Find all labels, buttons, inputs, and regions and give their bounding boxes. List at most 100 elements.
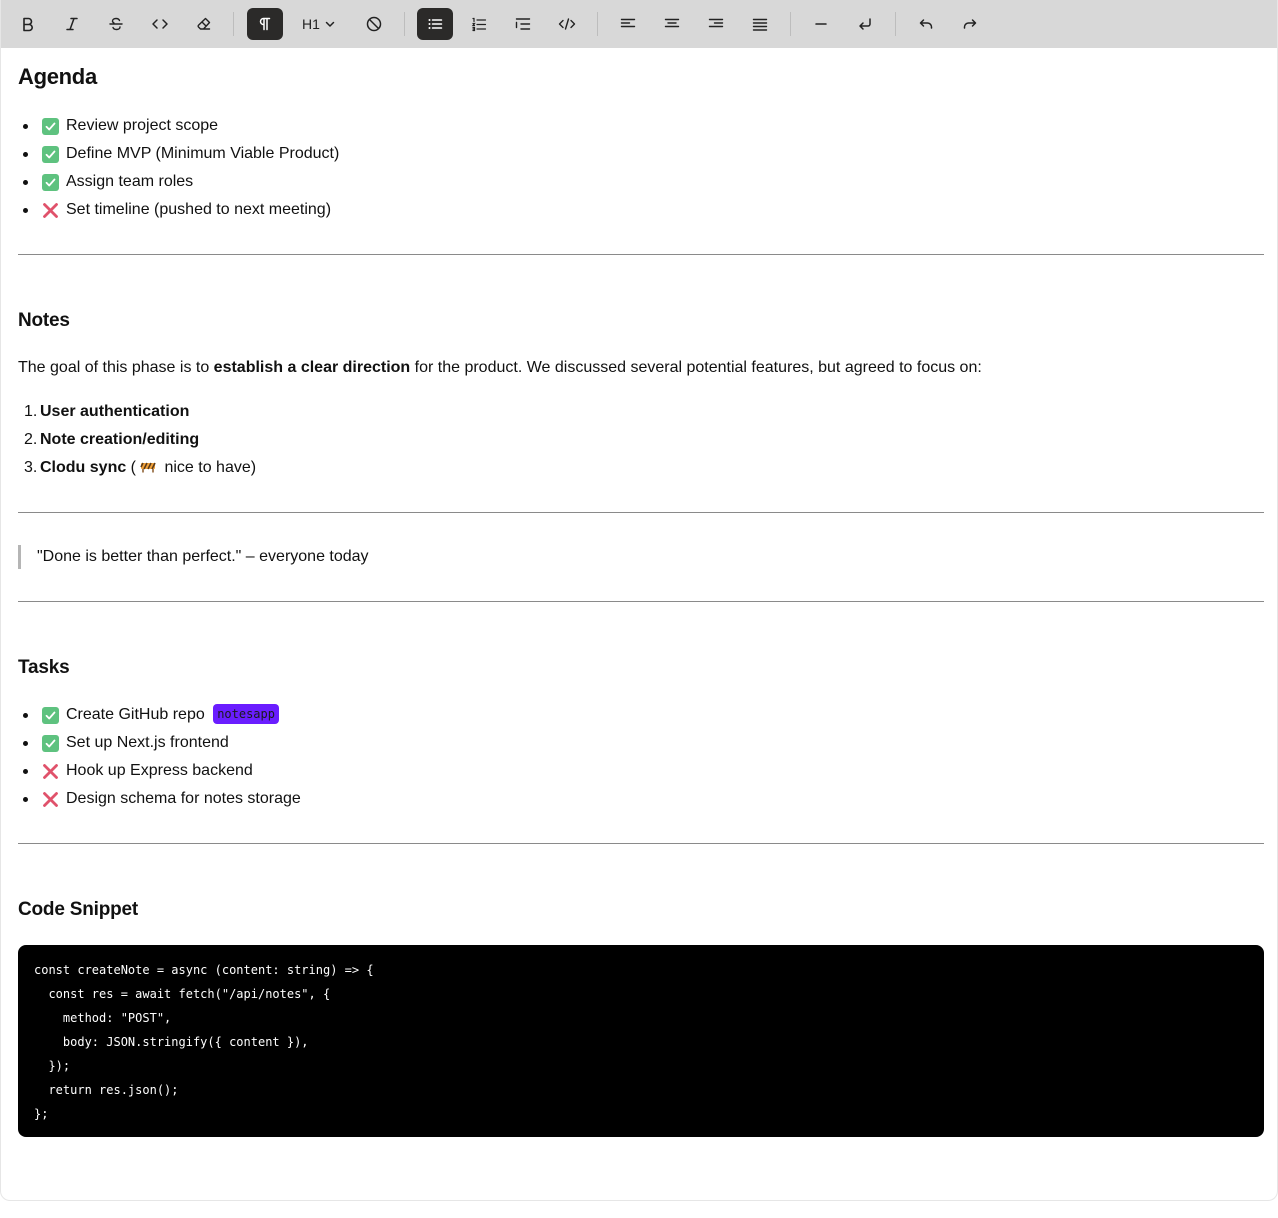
- bullet-dot: [23, 769, 28, 774]
- cross-mark-icon: [42, 202, 59, 219]
- notes-bold-text: establish a clear direction: [213, 359, 411, 376]
- cross-mark-icon: [42, 791, 59, 808]
- notes-heading: Notes: [18, 310, 70, 331]
- check-mark-icon: [42, 735, 59, 752]
- ban-icon: [366, 16, 382, 32]
- chevron-down-icon: [325, 21, 335, 27]
- task-item-text: Create GitHub repo notesapp: [66, 701, 279, 729]
- task-item-text: Design schema for notes storage: [66, 790, 301, 807]
- inline-code-button[interactable]: [142, 8, 178, 40]
- task-text: Create GitHub repo: [66, 706, 210, 723]
- code-block[interactable]: const createNote = async (content: strin…: [18, 945, 1264, 1137]
- redo-icon: [963, 19, 977, 29]
- list-number: 3.: [24, 459, 38, 476]
- task-item-text: Hook up Express backend: [66, 762, 253, 779]
- clear-format-button[interactable]: [186, 8, 222, 40]
- check-mark-icon: [42, 118, 59, 135]
- agenda-item-text: Assign team roles: [66, 173, 194, 190]
- bullet-dot: [23, 152, 28, 157]
- horizontal-rule: [18, 843, 1264, 844]
- code-line: });: [34, 1059, 71, 1073]
- horizontal-rule: [18, 254, 1264, 255]
- heading-dropdown-label: H1: [302, 16, 320, 32]
- align-center-button[interactable]: [654, 8, 690, 40]
- undo-icon: [919, 19, 933, 29]
- hard-break-button[interactable]: [847, 8, 883, 40]
- code-line: const res = await fetch("/api/notes", {: [34, 987, 331, 1001]
- align-right-button[interactable]: [698, 8, 734, 40]
- focus-item-bold: Note creation/editing: [40, 431, 200, 448]
- notes-text: for the product. We discussed several po…: [410, 359, 982, 376]
- cross-mark-icon: [42, 763, 59, 780]
- bullet-dot: [23, 797, 28, 802]
- redo-button[interactable]: [952, 8, 988, 40]
- construction-barrier-icon: [140, 462, 156, 473]
- italic-button[interactable]: [54, 8, 90, 40]
- undo-button[interactable]: [908, 8, 944, 40]
- bullet-dot: [23, 713, 28, 718]
- bullet-dot: [23, 124, 28, 129]
- horizontal-rule-button[interactable]: [803, 8, 839, 40]
- italic-icon: [66, 17, 78, 31]
- heading-dropdown[interactable]: H1: [295, 8, 343, 40]
- align-right-icon: [708, 18, 724, 28]
- notes-text: The goal of this phase is to: [18, 359, 214, 376]
- agenda-item-text: Define MVP (Minimum Viable Product): [66, 145, 340, 162]
- ordered-list-icon: [471, 17, 487, 32]
- align-center-icon: [664, 18, 680, 28]
- editor-toolbar: H1: [1, 0, 1277, 48]
- code-line: };: [34, 1107, 49, 1121]
- horizontal-rule: [18, 601, 1264, 602]
- list-number: 1.: [24, 403, 38, 420]
- code-snippet-heading: Code Snippet: [18, 899, 139, 920]
- code-line: return res.json();: [34, 1083, 179, 1097]
- agenda-heading: Agenda: [18, 64, 97, 89]
- check-mark-icon: [42, 707, 59, 724]
- toolbar-divider: [233, 12, 234, 36]
- blockquote: "Done is better than perfect." – everyon…: [18, 545, 369, 569]
- eraser-icon: [197, 17, 211, 30]
- toolbar-divider: [597, 12, 598, 36]
- pilcrow-icon: [259, 17, 271, 31]
- block-button[interactable]: [356, 8, 392, 40]
- align-left-icon: [620, 18, 636, 28]
- list-number: 2.: [24, 431, 38, 448]
- focus-item-bold: Clodu sync: [40, 459, 127, 476]
- return-icon: [859, 18, 871, 30]
- strikethrough-icon: [109, 17, 123, 31]
- toolbar-divider: [404, 12, 405, 36]
- bullet-dot: [23, 180, 28, 185]
- indent-icon: [515, 18, 531, 30]
- minus-icon: [815, 23, 827, 25]
- tasks-heading: Tasks: [18, 657, 70, 678]
- focus-item-bold: User authentication: [40, 403, 190, 420]
- editor-frame: H1 Agenda Review project scope Define MV…: [0, 0, 1278, 1201]
- code-icon: [152, 19, 168, 29]
- focus-item-text: Note creation/editing: [40, 426, 199, 454]
- bullet-list-button[interactable]: [417, 8, 453, 40]
- paragraph-button[interactable]: [247, 8, 283, 40]
- inline-code-chip: notesapp: [213, 703, 279, 724]
- strikethrough-button[interactable]: [98, 8, 134, 40]
- align-justify-button[interactable]: [742, 8, 778, 40]
- task-item-text: Set up Next.js frontend: [66, 734, 229, 751]
- focus-item-rest: nice to have): [160, 459, 257, 476]
- align-justify-icon: [752, 18, 768, 31]
- ordered-list-button[interactable]: [461, 8, 497, 40]
- code-block-button[interactable]: [549, 8, 585, 40]
- code-line: body: JSON.stringify({ content }),: [34, 1035, 309, 1049]
- code-block-icon: [558, 18, 576, 30]
- indent-list-button[interactable]: [505, 8, 541, 40]
- bullet-dot: [23, 208, 28, 213]
- check-mark-icon: [42, 174, 59, 191]
- bold-button[interactable]: [10, 8, 46, 40]
- focus-item-rest: (: [126, 459, 137, 476]
- check-mark-icon: [42, 146, 59, 163]
- toolbar-divider: [790, 12, 791, 36]
- align-left-button[interactable]: [610, 8, 646, 40]
- horizontal-rule: [18, 512, 1264, 513]
- bullet-list-icon: [428, 19, 443, 29]
- bold-icon: [23, 17, 33, 32]
- bullet-dot: [23, 741, 28, 746]
- focus-item-text: Clodu sync ( nice to have): [40, 454, 256, 482]
